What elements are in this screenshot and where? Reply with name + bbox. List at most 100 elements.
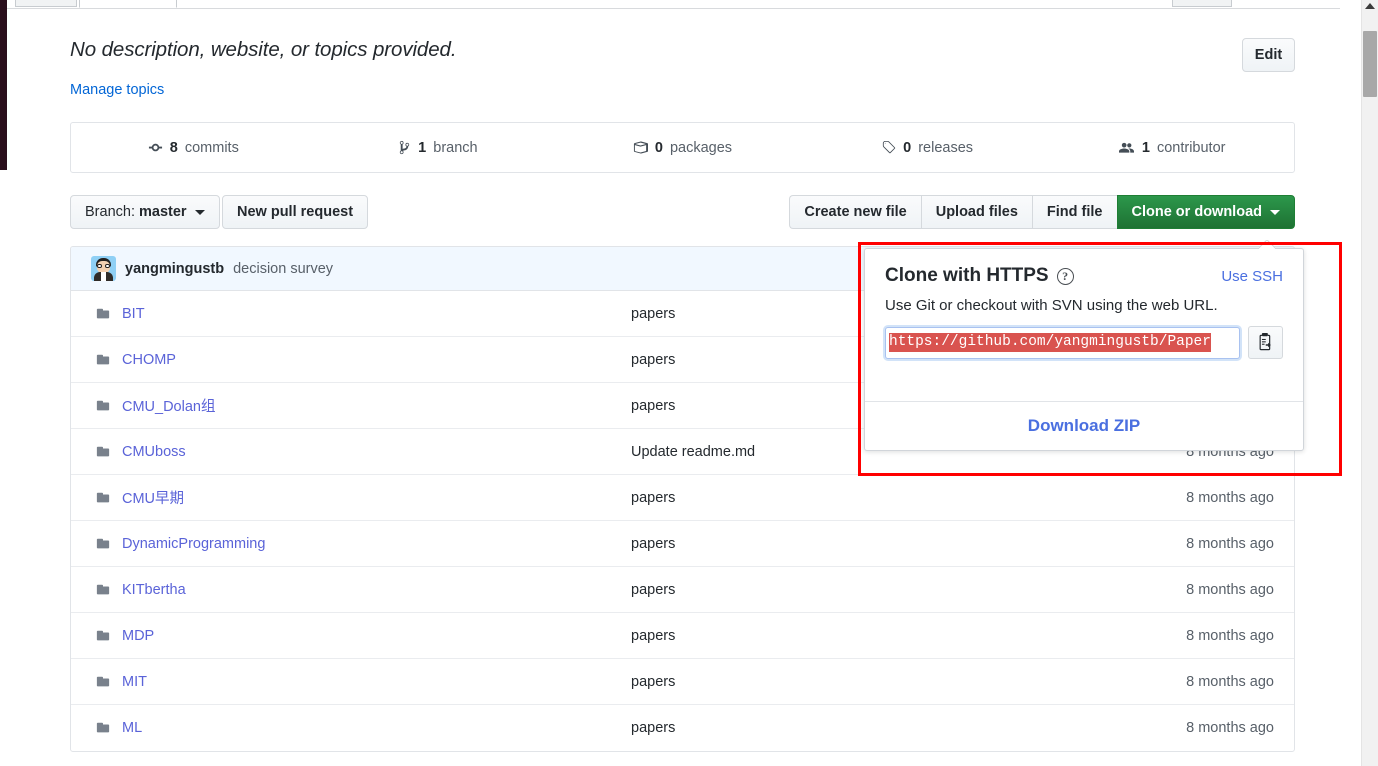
edit-button[interactable]: Edit <box>1242 38 1295 72</box>
file-name-link[interactable]: MDP <box>122 628 154 644</box>
repository-action-group: Create new file Upload files Find file C… <box>789 195 1295 229</box>
package-icon <box>633 141 648 154</box>
repository-page: No description, website, or topics provi… <box>7 9 1342 766</box>
scroll-up-arrow-icon[interactable] <box>1365 3 1375 9</box>
copy-url-button[interactable] <box>1248 326 1283 359</box>
stat-releases[interactable]: 0 releases <box>805 140 1050 156</box>
chevron-down-icon <box>1270 209 1280 215</box>
file-name-cell: MDP <box>71 628 631 644</box>
file-name-link[interactable]: KITbertha <box>122 582 186 598</box>
file-name-cell: CHOMP <box>71 352 631 368</box>
help-icon[interactable]: ? <box>1056 267 1074 285</box>
folder-icon <box>96 630 110 640</box>
folder-icon <box>96 446 110 456</box>
upload-files-button[interactable]: Upload files <box>920 195 1032 229</box>
file-name-cell: BIT <box>71 306 631 322</box>
commit-message[interactable]: decision survey <box>233 261 333 277</box>
clone-dropdown-panel: Clone with HTTPS ? Use SSH Use Git or ch… <box>864 248 1304 451</box>
manage-topics-link[interactable]: Manage topics <box>70 82 164 98</box>
file-commit-message[interactable]: papers <box>631 628 1061 644</box>
scrollbar-thumb[interactable] <box>1363 31 1377 97</box>
clone-url-input[interactable]: https://github.com/yangmingustb/Paper <box>885 326 1240 359</box>
branch-selector-button[interactable]: Branch: master <box>70 195 220 229</box>
create-new-file-button[interactable]: Create new file <box>789 195 921 229</box>
table-row: MIT papers 8 months ago <box>71 659 1294 705</box>
file-name-cell: ML <box>71 720 631 736</box>
clone-panel-title-row: Clone with HTTPS ? <box>885 265 1074 287</box>
file-name-cell: MIT <box>71 674 631 690</box>
table-row: MDP papers 8 months ago <box>71 613 1294 659</box>
folder-icon <box>96 400 110 410</box>
stat-contributors-label: contributor <box>1156 139 1226 156</box>
download-zip-button[interactable]: Download ZIP <box>865 402 1303 450</box>
use-ssh-link[interactable]: Use SSH <box>1221 268 1283 285</box>
file-commit-message[interactable]: papers <box>631 536 1061 552</box>
clone-or-download-button[interactable]: Clone or download <box>1116 195 1295 229</box>
file-name-link[interactable]: BIT <box>122 306 145 322</box>
page-scrollbar[interactable] <box>1361 0 1378 766</box>
stat-branch-label: branch <box>433 139 478 156</box>
folder-icon <box>96 584 110 594</box>
file-name-cell: CMU_Dolan组 <box>71 395 631 416</box>
file-name-link[interactable]: CMU早期 <box>122 487 184 508</box>
folder-icon <box>96 538 110 548</box>
stat-releases-label: releases <box>918 139 974 156</box>
stat-branch-count: 1 <box>418 139 427 156</box>
folder-icon <box>96 492 110 502</box>
clone-panel-subtitle: Use Git or checkout with SVN using the w… <box>885 297 1218 314</box>
branch-name-label: master <box>138 204 187 220</box>
branch-prefix-label: Branch: <box>85 204 135 220</box>
folder-icon <box>96 676 110 686</box>
stat-commits[interactable]: 8 commits <box>71 140 316 156</box>
clone-panel-title: Clone with HTTPS <box>885 265 1049 286</box>
branch-icon <box>399 140 410 155</box>
table-row: DynamicProgramming papers 8 months ago <box>71 521 1294 567</box>
file-commit-time: 8 months ago <box>1186 673 1274 690</box>
repository-description: No description, website, or topics provi… <box>70 38 457 61</box>
browser-tab-inactive-2[interactable] <box>1172 0 1232 7</box>
file-commit-time: 8 months ago <box>1186 581 1274 598</box>
file-name-cell: CMU早期 <box>71 487 631 508</box>
commit-author-link[interactable]: yangmingustb <box>125 261 224 277</box>
stat-commits-count: 8 <box>169 139 178 156</box>
file-name-link[interactable]: CMU_Dolan组 <box>122 395 215 416</box>
file-name-link[interactable]: MIT <box>122 674 147 690</box>
new-pull-request-button[interactable]: New pull request <box>222 195 369 229</box>
browser-tab-inactive-1[interactable] <box>15 0 77 7</box>
clone-or-download-label: Clone or download <box>1131 204 1263 220</box>
stat-contributors-count: 1 <box>1141 139 1150 156</box>
file-name-link[interactable]: CMUboss <box>122 444 186 460</box>
chevron-down-icon <box>194 209 205 215</box>
find-file-button[interactable]: Find file <box>1031 195 1117 229</box>
file-name-link[interactable]: ML <box>122 720 142 736</box>
file-name-cell: DynamicProgramming <box>71 536 631 552</box>
clone-url-row: https://github.com/yangmingustb/Paper <box>885 326 1283 359</box>
stat-contributors[interactable]: 1 contributor <box>1049 140 1294 156</box>
stat-packages[interactable]: 0 packages <box>560 140 805 156</box>
repository-toolbar: Branch: master New pull request Create n… <box>70 195 1295 229</box>
avatar[interactable] <box>91 256 116 281</box>
clipboard-copy-icon <box>1259 333 1271 351</box>
browser-viewport: No description, website, or topics provi… <box>0 0 1378 766</box>
window-left-edge-lower <box>0 170 7 766</box>
folder-icon <box>96 308 110 318</box>
file-commit-message[interactable]: papers <box>631 674 1061 690</box>
folder-icon <box>96 354 110 364</box>
commit-icon <box>148 143 162 152</box>
browser-tab-active[interactable] <box>79 0 177 8</box>
file-commit-message[interactable]: papers <box>631 582 1061 598</box>
stat-branch[interactable]: 1 branch <box>316 140 561 156</box>
stat-packages-count: 0 <box>654 139 663 156</box>
panel-caret-icon <box>1259 240 1275 249</box>
file-commit-time: 8 months ago <box>1186 720 1274 736</box>
file-commit-message[interactable]: papers <box>631 490 1061 506</box>
table-row: KITbertha papers 8 months ago <box>71 567 1294 613</box>
file-name-link[interactable]: CHOMP <box>122 352 176 368</box>
table-row: CMU早期 papers 8 months ago <box>71 475 1294 521</box>
stat-packages-label: packages <box>669 139 733 156</box>
file-name-link[interactable]: DynamicProgramming <box>122 536 265 552</box>
file-commit-message[interactable]: papers <box>631 720 1061 736</box>
stat-releases-count: 0 <box>903 139 912 156</box>
file-commit-time: 8 months ago <box>1186 535 1274 552</box>
file-name-cell: KITbertha <box>71 582 631 598</box>
